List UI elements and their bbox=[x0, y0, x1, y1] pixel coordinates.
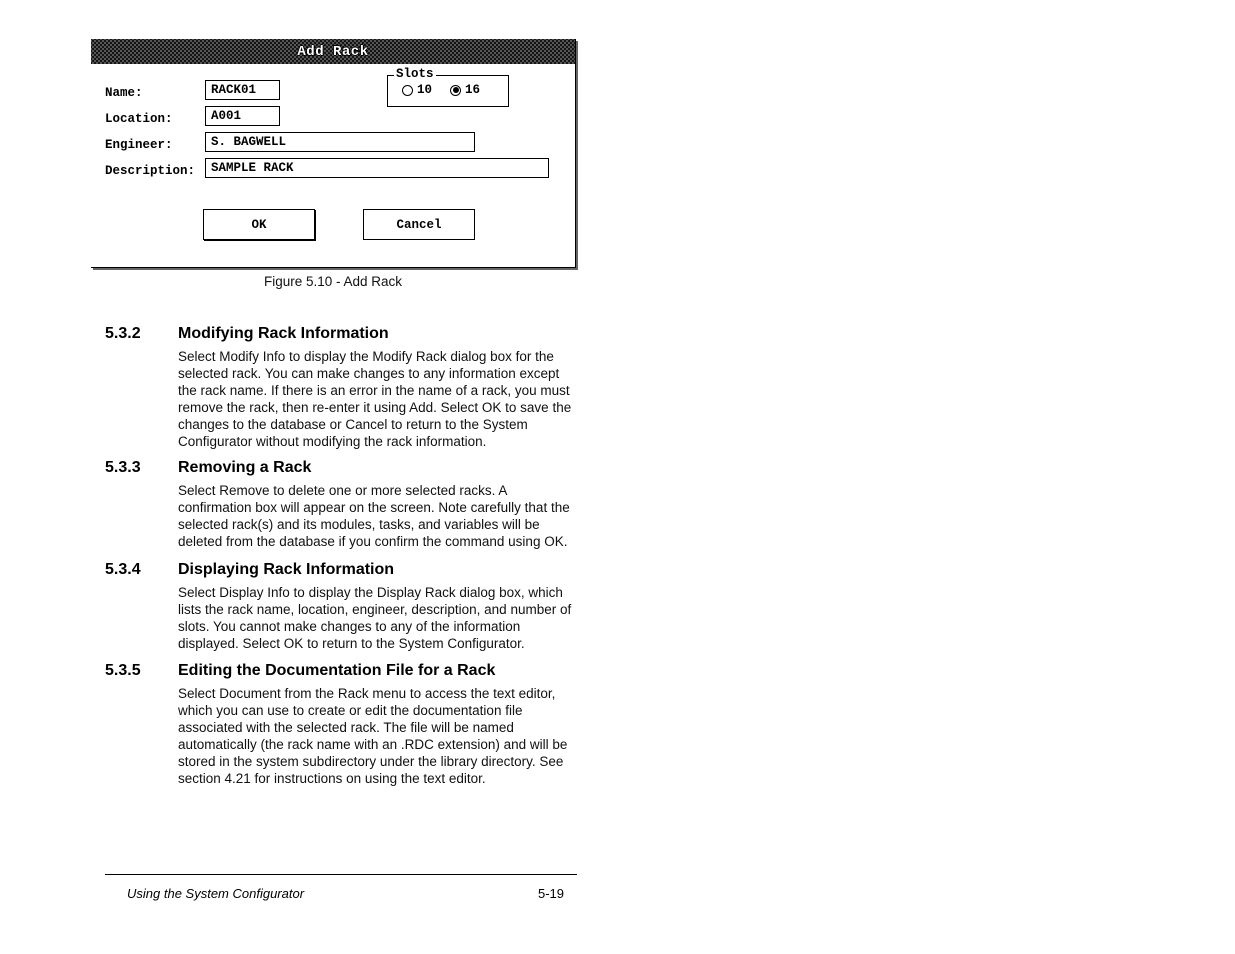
slots-option-16[interactable]: 16 bbox=[450, 83, 480, 97]
description-label: Description: bbox=[105, 164, 195, 178]
ok-button-label: OK bbox=[251, 218, 266, 232]
slots-fieldset: Slots 10 16 bbox=[387, 75, 509, 107]
name-field[interactable]: RACK01 bbox=[205, 80, 280, 100]
location-label: Location: bbox=[105, 112, 173, 126]
footer-right: 5-19 bbox=[538, 886, 564, 901]
radio-label: 10 bbox=[417, 83, 432, 97]
section-body: Select Modify Info to display the Modify… bbox=[178, 348, 573, 450]
section-body: Select Document from the Rack menu to ac… bbox=[178, 685, 573, 787]
description-field[interactable]: SAMPLE RACK bbox=[205, 158, 549, 178]
radio-icon bbox=[450, 85, 461, 96]
dialog-titlebar: Add Rack bbox=[91, 39, 575, 64]
radio-icon bbox=[402, 85, 413, 96]
location-field[interactable]: A001 bbox=[205, 106, 280, 126]
footer-rule bbox=[105, 874, 577, 875]
ok-button[interactable]: OK bbox=[203, 209, 315, 240]
section-heading: Removing a Rack bbox=[178, 459, 311, 477]
section-heading: Displaying Rack Information bbox=[178, 561, 394, 579]
dialog-title: Add Rack bbox=[297, 44, 368, 60]
section-number: 5.3.4 bbox=[105, 561, 141, 579]
add-rack-dialog: Add Rack Name: RACK01 Location: A001 Eng… bbox=[91, 39, 576, 268]
section-body: Select Remove to delete one or more sele… bbox=[178, 482, 573, 550]
section-number: 5.3.3 bbox=[105, 459, 141, 477]
section-heading: Modifying Rack Information bbox=[178, 325, 389, 343]
slots-option-10[interactable]: 10 bbox=[402, 83, 432, 97]
cancel-button-label: Cancel bbox=[396, 218, 441, 232]
footer-left: Using the System Configurator bbox=[127, 886, 304, 901]
slots-legend: Slots bbox=[394, 67, 436, 81]
radio-label: 16 bbox=[465, 83, 480, 97]
section-heading: Editing the Documentation File for a Rac… bbox=[178, 662, 495, 680]
section-number: 5.3.2 bbox=[105, 325, 141, 343]
dialog-body: Name: RACK01 Location: A001 Engineer: S.… bbox=[91, 64, 575, 267]
figure-caption: Figure 5.10 - Add Rack bbox=[91, 274, 575, 289]
engineer-label: Engineer: bbox=[105, 138, 173, 152]
section-body: Select Display Info to display the Displ… bbox=[178, 584, 573, 652]
name-label: Name: bbox=[105, 86, 143, 100]
section-number: 5.3.5 bbox=[105, 662, 141, 680]
cancel-button[interactable]: Cancel bbox=[363, 209, 475, 240]
engineer-field[interactable]: S. BAGWELL bbox=[205, 132, 475, 152]
